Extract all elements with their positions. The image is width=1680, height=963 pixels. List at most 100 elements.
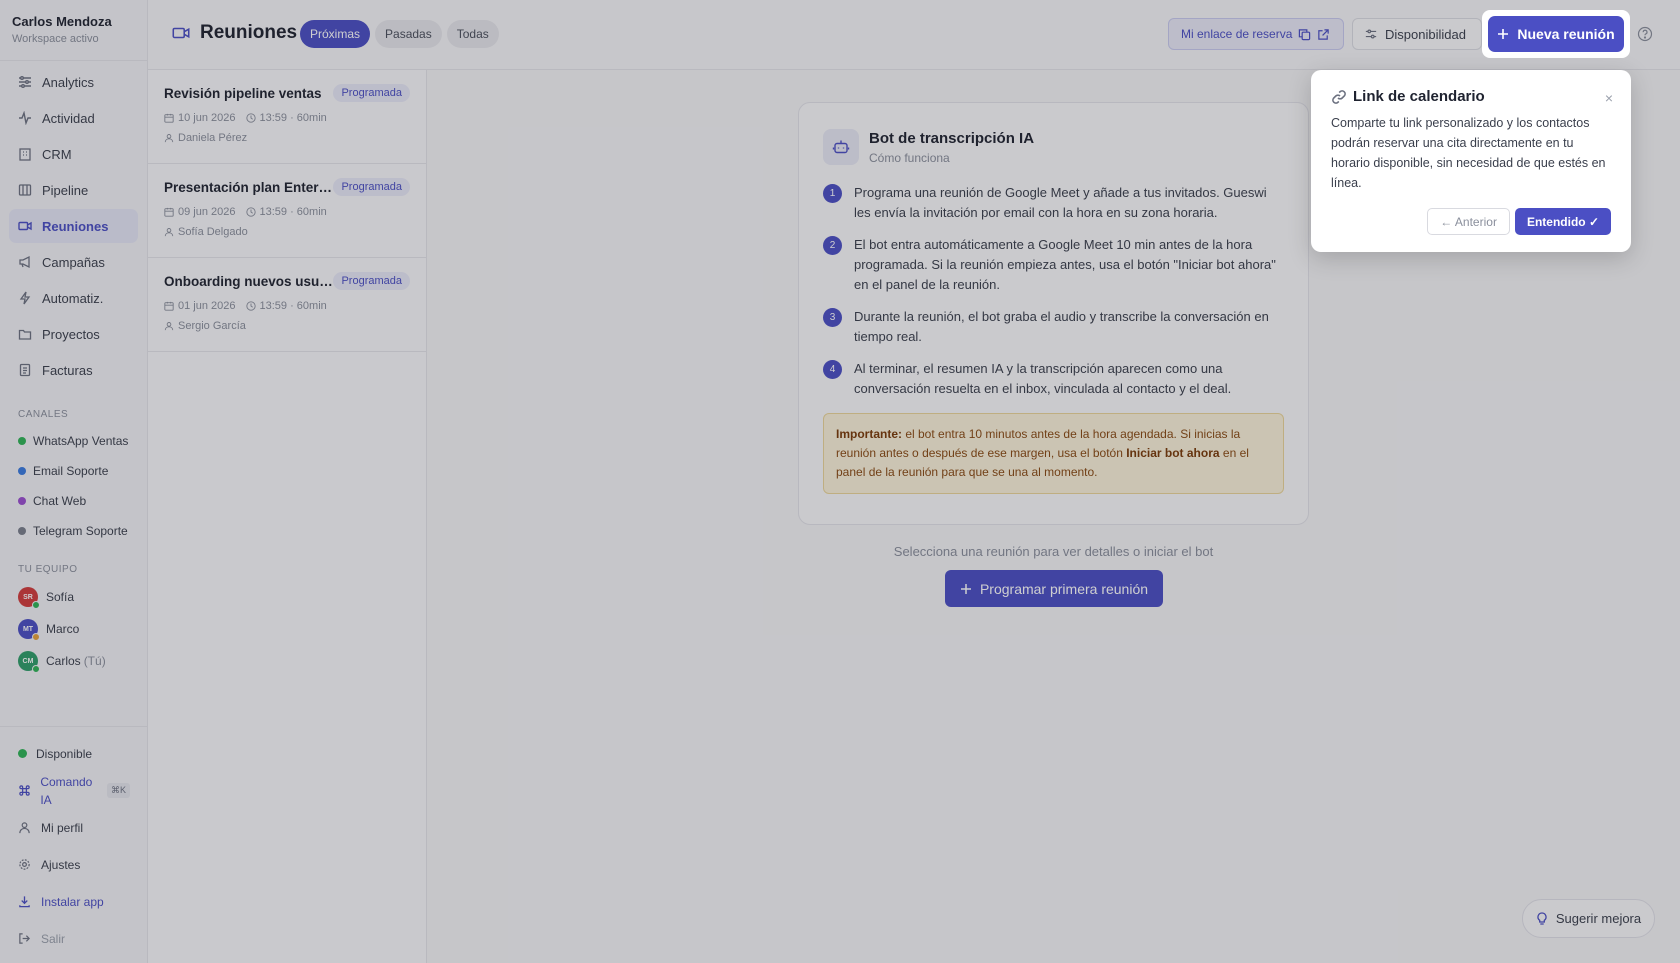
tab-pasadas[interactable]: Pasadas [375, 20, 442, 48]
nav-item-facturas[interactable]: Facturas [9, 353, 138, 387]
status-toggle[interactable]: Disponible [9, 735, 139, 772]
channel-chat-web[interactable]: Chat Web [0, 486, 147, 516]
main-nav: Analytics Actividad CRM Pipeline Reunion… [0, 61, 147, 391]
tour-popover: Link de calendario × Comparte tu link pe… [1311, 70, 1631, 252]
nav-item-automatizaciones[interactable]: Automatiz. [9, 281, 138, 315]
bolt-icon [18, 291, 32, 305]
external-link-icon[interactable] [1317, 28, 1330, 41]
card-title: Bot de transcripción IA [869, 129, 1035, 147]
member-name: Marco [46, 622, 80, 636]
command-ai-button[interactable]: Comando IA ⌘K [9, 772, 139, 809]
channel-telegram[interactable]: Telegram Soporte [0, 516, 147, 546]
nav-item-analytics[interactable]: Analytics [9, 65, 138, 99]
step-item: 2 El bot entra automáticamente a Google M… [823, 235, 1284, 295]
nav-label: Actividad [42, 110, 95, 126]
clock-icon [245, 301, 256, 311]
user-block[interactable]: Carlos Mendoza Workspace activo [0, 0, 147, 61]
close-icon[interactable]: × [1605, 90, 1613, 106]
sliders-icon [18, 75, 32, 89]
meeting-item[interactable]: Presentación plan Enterprise Programada … [148, 164, 426, 258]
cta-label: Programar primera reunión [979, 580, 1149, 597]
channel-label: Telegram Soporte [33, 524, 128, 538]
schedule-first-meeting-button[interactable]: Programar primera reunión [945, 570, 1163, 607]
meeting-person: Sergio García [178, 320, 246, 332]
card-subtitle: Cómo funciona [869, 150, 950, 165]
meeting-person: Daniela Pérez [178, 132, 248, 144]
availability-label: Disponibilidad [1385, 26, 1466, 42]
channel-email[interactable]: Email Soporte [0, 456, 147, 486]
nav-item-campanas[interactable]: Campañas [9, 245, 138, 279]
note-strong-action: Iniciar bot ahora [1126, 446, 1220, 460]
understood-button[interactable]: Entendido ✓ [1514, 208, 1611, 235]
popover-body: Comparte tu link personalizado y los con… [1331, 116, 1606, 190]
shortcut-badge: ⌘K [106, 783, 130, 798]
building-icon [18, 147, 32, 161]
nav-item-proyectos[interactable]: Proyectos [9, 317, 138, 351]
status-badge: Programada [333, 178, 410, 196]
suggest-label: Sugerir mejora [1555, 911, 1642, 926]
previous-button[interactable]: ← Anterior [1427, 208, 1510, 235]
status-dot [32, 665, 40, 673]
calendar-icon [164, 301, 174, 311]
command-icon [18, 784, 31, 797]
workspace-status: Workspace activo [12, 33, 99, 45]
calendar-icon [164, 113, 174, 123]
lightbulb-icon [1536, 911, 1548, 926]
tab-todas[interactable]: Todas [446, 20, 499, 48]
meeting-time: 13:59 · 60min [259, 112, 327, 124]
you-label: (Tú) [83, 654, 106, 668]
suggest-improvement-button[interactable]: Sugerir mejora [1522, 899, 1655, 938]
team-label: TU EQUIPO [18, 564, 78, 575]
page-title: Reuniones [172, 22, 297, 44]
meeting-date: 09 jun 2026 [178, 206, 236, 218]
step-text: Al terminar, el resumen IA y la transcri… [854, 361, 1232, 396]
user-icon [164, 133, 174, 143]
page-title-text: Reuniones [200, 22, 298, 43]
copy-icon[interactable] [1298, 28, 1311, 41]
meeting-date: 01 jun 2026 [178, 300, 236, 312]
clock-icon [245, 113, 256, 123]
invoice-icon [18, 363, 32, 377]
popover-title: Link de calendario [1331, 88, 1611, 105]
tab-proximas[interactable]: Próximas [300, 20, 371, 48]
sliders-icon [1365, 28, 1377, 40]
help-icon[interactable] [1637, 26, 1653, 42]
channel-dot [18, 437, 26, 445]
team-member[interactable]: SR Sofía [0, 581, 147, 613]
steps-list: 1 Programa una reunión de Google Meet y a… [823, 183, 1284, 399]
meeting-filter-tabs: Próximas Pasadas Todas [300, 20, 499, 48]
user-icon [164, 227, 174, 237]
channel-whatsapp[interactable]: WhatsApp Ventas [0, 426, 147, 456]
nav-label: CRM [42, 146, 72, 162]
install-app-link[interactable]: Instalar app [9, 883, 139, 920]
team-member[interactable]: MT Marco [0, 613, 147, 645]
empty-hint: Selecciona una reunión para ver detalles… [893, 544, 1214, 559]
meeting-item[interactable]: Onboarding nuevos usuarios Programada 01… [148, 258, 426, 352]
nav-label: Facturas [42, 362, 93, 378]
step-number: 1 [823, 184, 842, 203]
team-member[interactable]: CM Carlos (Tú) [0, 645, 147, 677]
nav-item-actividad[interactable]: Actividad [9, 101, 138, 135]
status-dot [32, 601, 40, 609]
nav-item-reuniones[interactable]: Reuniones [9, 209, 138, 243]
nav-item-pipeline[interactable]: Pipeline [9, 173, 138, 207]
meeting-item[interactable]: Revisión pipeline ventas Programada 10 j… [148, 70, 426, 164]
plus-icon [960, 583, 972, 595]
meeting-title: Revisión pipeline ventas [164, 85, 322, 101]
member-name: Sofía [46, 590, 75, 604]
logout-label: Salir [41, 931, 66, 946]
booking-link-button[interactable]: Mi enlace de reserva [1168, 18, 1344, 50]
logout-link[interactable]: Salir [9, 920, 139, 957]
nav-item-crm[interactable]: CRM [9, 137, 138, 171]
step-text: Programa una reunión de Google Meet y añ… [854, 185, 1267, 220]
sidebar: Carlos Mendoza Workspace activo Analytic… [0, 0, 148, 963]
settings-label: Ajustes [41, 857, 81, 872]
bot-info-card: Bot de transcripción IA Cómo funciona 1P… [798, 102, 1309, 525]
profile-link[interactable]: Mi perfil [9, 809, 139, 846]
step-item: 4 Al terminar, el resumen IA y la transcr… [823, 359, 1284, 399]
availability-button[interactable]: Disponibilidad [1352, 18, 1482, 50]
command-label: Comando IA [40, 774, 93, 807]
settings-link[interactable]: Ajustes [9, 846, 139, 883]
folder-icon [18, 327, 32, 341]
new-meeting-button[interactable]: Nueva reunión [1488, 16, 1624, 52]
